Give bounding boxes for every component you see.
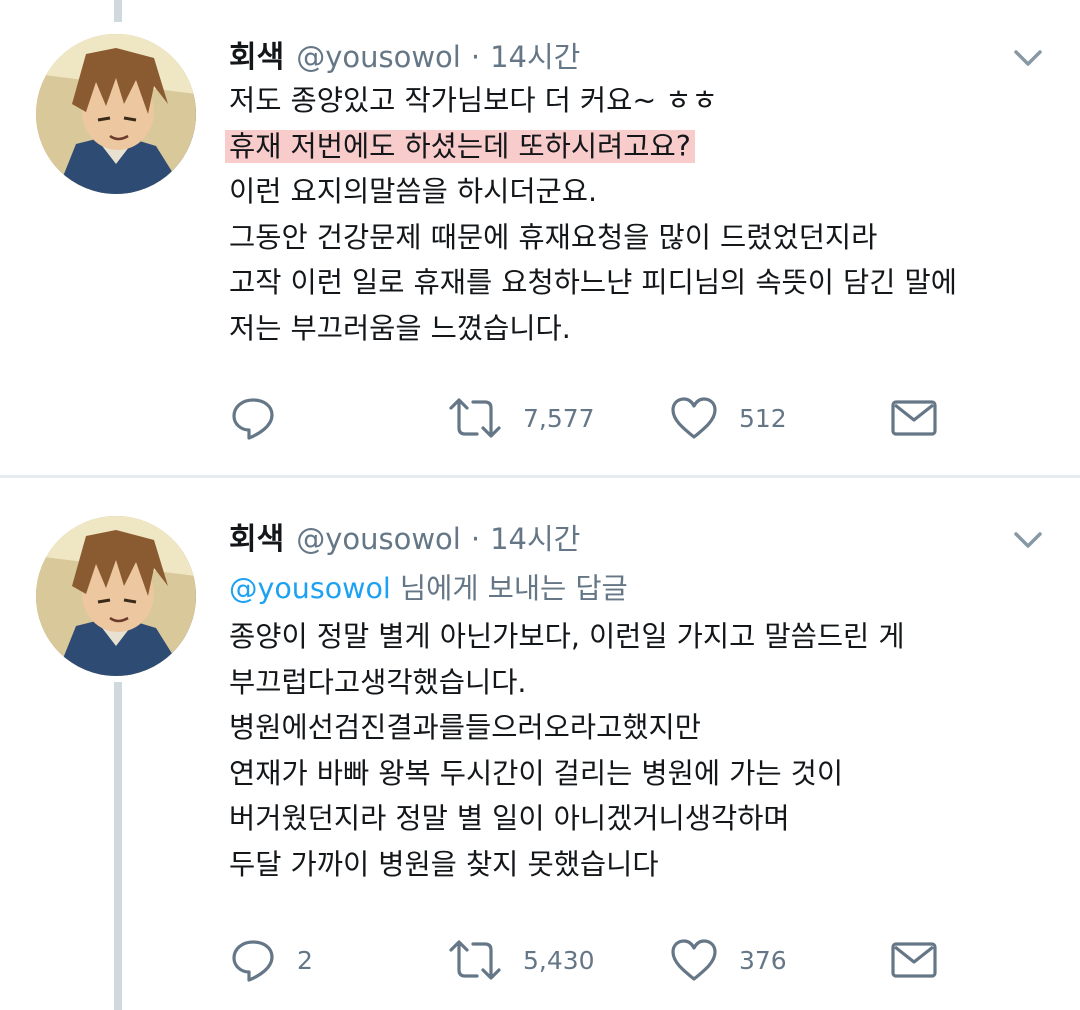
replying-to: @yousowol 님에게 보내는 답글 <box>229 566 1049 612</box>
tweet-text-line: 이런 요지의말씀을 하시더군요. <box>229 175 598 208</box>
reply-icon <box>229 394 277 442</box>
author-name[interactable]: 회색 <box>229 514 284 558</box>
separator-dot: · <box>470 522 481 556</box>
retweet-icon <box>447 394 503 442</box>
retweet-icon <box>447 936 503 984</box>
like-count: 376 <box>739 945 787 975</box>
tweet[interactable]: 회색 @yousowol · 14시간 @yousowol 님에게 보내는 답글… <box>0 478 1080 1010</box>
timestamp[interactable]: 14시간 <box>490 34 580 76</box>
chevron-down-icon[interactable] <box>1010 522 1046 558</box>
tweet-text-line: 부끄럽다고생각했습니다. <box>229 665 527 699</box>
like-icon <box>669 936 719 984</box>
tweet-text-line: 그동안 건강문제 때문에 휴재요청을 많이 드렸었던지라 <box>229 220 878 254</box>
reply-button[interactable] <box>229 390 297 446</box>
tweet-text-line: 병원에선검진결과를들으러오라고했지만 <box>229 711 701 744</box>
like-count: 512 <box>739 403 787 433</box>
retweet-button[interactable]: 7,577 <box>447 390 595 446</box>
tweet-actions: 7,577 512 <box>229 390 989 446</box>
direct-message-button[interactable] <box>889 932 939 988</box>
tweet-actions: 2 5,430 376 <box>229 932 989 988</box>
separator-dot: · <box>470 40 481 74</box>
reply-count: 2 <box>297 945 313 975</box>
retweet-button[interactable]: 5,430 <box>447 932 595 988</box>
tweet-text-line: 두달 가까이 병원을 찾지 못했습니다 <box>229 847 659 881</box>
like-button[interactable]: 376 <box>669 932 787 988</box>
replying-to-label: 님에게 보내는 답글 <box>390 572 628 605</box>
direct-message-icon <box>889 936 939 984</box>
retweet-count: 5,430 <box>523 945 595 975</box>
tweet-text-line: 버거웠던지라 정말 별 일이 아니겠거니생각하며 <box>229 802 790 835</box>
author-name[interactable]: 회색 <box>229 32 284 76</box>
tweet-text-line: 저도 종양있고 작가님보다 더 커요~ ㅎㅎ <box>229 84 718 117</box>
tweet-text-line: 연재가 바빠 왕복 두시간이 걸리는 병원에 가는 것이 <box>229 756 844 790</box>
reply-icon <box>229 936 277 984</box>
reply-button[interactable]: 2 <box>229 932 313 988</box>
highlighted-text: 휴재 저번에도 하셨는데 또하시려고요? <box>225 129 695 163</box>
tweet-header: 회색 @yousowol · 14시간 <box>229 32 580 75</box>
tweet-text: 종양이 정말 별게 아닌가보다, 이런일 가지고 말씀드린 게 부끄럽다고생각했… <box>229 614 1049 887</box>
tweet-text: 저도 종양있고 작가님보다 더 커요~ ㅎㅎ 휴재 저번에도 하셨는데 또하시려… <box>225 78 1049 351</box>
tweet-text-line: 고작 이런 일로 휴재를 요청하느냔 피디님의 속뜻이 담긴 말에 <box>229 266 957 299</box>
chevron-down-icon[interactable] <box>1010 40 1046 76</box>
avatar[interactable] <box>36 34 196 194</box>
direct-message-button[interactable] <box>889 390 939 446</box>
timestamp[interactable]: 14시간 <box>490 516 580 558</box>
tweet-text-line: 휴재 저번에도 하셨는데 또하시려고요? <box>225 124 1049 170</box>
like-button[interactable]: 512 <box>669 390 787 446</box>
author-handle[interactable]: @yousowol <box>296 522 461 556</box>
tweet-header: 회색 @yousowol · 14시간 <box>229 514 580 557</box>
direct-message-icon <box>889 394 939 442</box>
tweet-text-line: 저는 부끄러움을 느꼈습니다. <box>229 311 571 345</box>
author-handle[interactable]: @yousowol <box>296 40 461 74</box>
mention-link[interactable]: @yousowol <box>229 572 391 605</box>
avatar[interactable] <box>36 516 196 676</box>
like-icon <box>669 394 719 442</box>
tweet[interactable]: 회색 @yousowol · 14시간 저도 종양있고 작가님보다 더 커요~ … <box>0 0 1080 475</box>
retweet-count: 7,577 <box>523 403 595 433</box>
tweet-text-line: 종양이 정말 별게 아닌가보다, 이런일 가지고 말씀드린 게 <box>229 620 905 653</box>
thread-line <box>114 682 122 1010</box>
